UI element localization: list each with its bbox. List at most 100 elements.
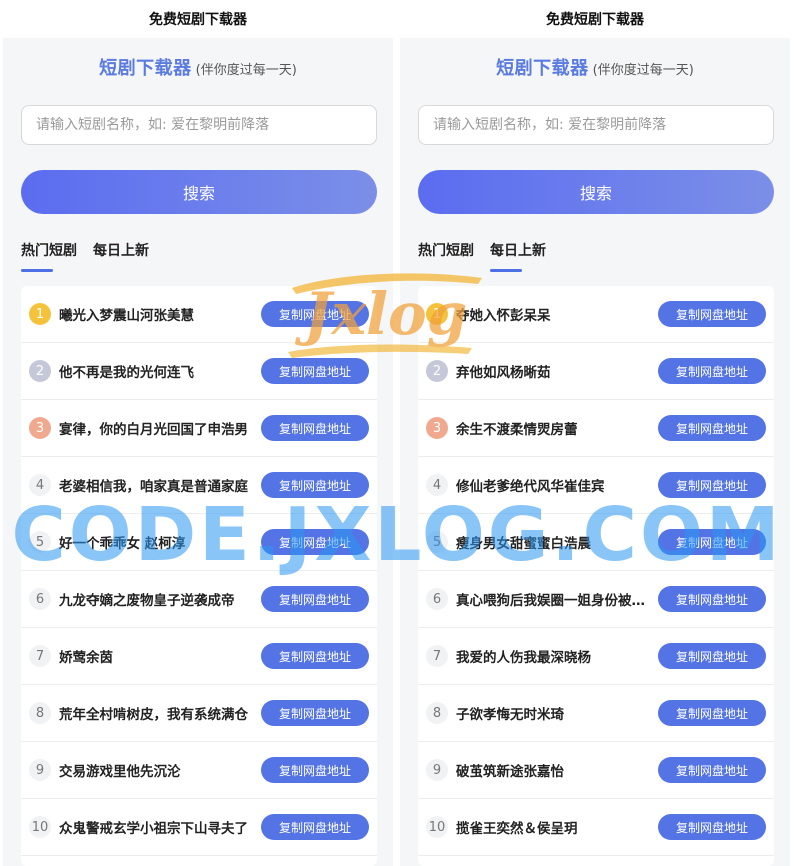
drama-title: 好一个乖乖女 赵柯淳 [59, 536, 186, 552]
tab-daily-new[interactable]: 每日上新 [93, 240, 149, 272]
search-input[interactable] [21, 105, 377, 145]
rank-badge: 1 [29, 303, 51, 325]
drama-title: 交易游戏里他先沉沦 [59, 764, 181, 780]
list-item: 3 宴律，你的白月光回国了申浩男 复制网盘地址 [21, 400, 377, 457]
drama-title: 他不再是我的光何连飞 [59, 365, 194, 381]
main-panel: 短剧下载器(伴你度过每一天) 搜索 热门短剧 每日上新 1夺她入怀彭呆呆复制网盘… [400, 38, 790, 866]
list-item: 7 我爱的人伤我最深晓杨 复制网盘地址 [418, 628, 774, 685]
screen-daily-new: 免费短剧下载器 短剧下载器(伴你度过每一天) 搜索 热门短剧 每日上新 1 夺她入… [400, 0, 790, 866]
search-input[interactable] [418, 105, 774, 145]
rank-badge: 8 [426, 702, 448, 724]
drama-title: 宴律，你的白月光回国了申浩男 [59, 422, 248, 438]
list-item: 5 好一个乖乖女 赵柯淳 复制网盘地址 [21, 514, 377, 571]
copy-link-button[interactable]: 复制网盘地址 [658, 415, 766, 441]
app-title: 免费短剧下载器 [149, 12, 247, 28]
copy-link-button[interactable]: 复制网盘地址 [261, 301, 369, 327]
copy-link-button[interactable]: 复制网盘地址 [261, 700, 369, 726]
list-item: 2 弃他如风杨晰茹 复制网盘地址 [418, 343, 774, 400]
drama-list: 1 夺她入怀彭呆呆 复制网盘地址 2 弃他如风杨晰茹 复制网盘地址 3 余生不渡柔情焸房蕾… [418, 286, 774, 866]
list-item: 1 曦光入梦震山河张美慧 复制网盘地址 [21, 286, 377, 343]
rank-badge: 5 [426, 531, 448, 553]
copy-link-button[interactable]: 复制网盘地址 [658, 529, 766, 555]
copy-link-button[interactable]: 复制网盘地址 [658, 643, 766, 669]
rank-badge: 9 [29, 759, 51, 781]
drama-title: 弃他如风杨晰茹 [456, 365, 551, 381]
drama-title: 真心喂狗后我娱圈一姐身份被曝光 [456, 593, 652, 609]
list-item: 10 众鬼警戒玄学小祖宗下山寻夫了 复制网盘地址 [21, 799, 377, 856]
list-item: 6 真心喂狗后我娱圈一姐身份被曝光 复制网盘地址 [418, 571, 774, 628]
copy-link-button[interactable]: 复制网盘地址 [658, 700, 766, 726]
copy-link-button[interactable]: 复制网盘地址 [658, 814, 766, 840]
brand-title: 短剧下载器 [496, 58, 589, 79]
copy-link-button[interactable]: 复制网盘地址 [261, 472, 369, 498]
list-item: 2 他不再是我的光何连飞 复制网盘地址 [21, 343, 377, 400]
rank-badge: 4 [29, 474, 51, 496]
list-item: 6 九龙夺嫡之废物皇子逆袭成帝 复制网盘地址 [21, 571, 377, 628]
list-item: 1 夺她入怀彭呆呆 复制网盘地址 [418, 286, 774, 343]
brand-header: 短剧下载器 (伴你度过每一天) [400, 54, 790, 80]
copy-link-button[interactable]: 复制网盘地址 [261, 586, 369, 612]
rank-badge: 2 [29, 360, 51, 382]
app-title: 免费短剧下载器 [546, 12, 644, 28]
copy-link-button[interactable]: 复制网盘地址 [261, 814, 369, 840]
main-panel: 短剧下载器(伴你度过每一天) 搜索 热门短剧 每日上新 1曦光入梦震山河张美慧复… [3, 38, 393, 866]
drama-title: 修仙老爹绝代风华崔佳宾 [456, 479, 605, 495]
screen-hot: 免费短剧下载器 短剧下载器(伴你度过每一天) 搜索 热门短剧 每日上新 1 曦光入… [3, 0, 393, 866]
drama-list: 1 曦光入梦震山河张美慧 复制网盘地址 2 他不再是我的光何连飞 复制网盘地址 3 宴律，… [21, 286, 377, 866]
rank-badge: 4 [426, 474, 448, 496]
brand-title: 短剧下载器 [99, 58, 192, 79]
list-item: 10 揽雀王奕然＆侯呈玥 复制网盘地址 [418, 799, 774, 856]
brand-slogan: (伴你度过每一天) [592, 63, 694, 78]
rank-badge: 6 [29, 588, 51, 610]
tab-daily-new[interactable]: 每日上新 [490, 240, 546, 272]
copy-link-button[interactable]: 复制网盘地址 [261, 757, 369, 783]
search-button[interactable]: 搜索 [418, 170, 774, 214]
rank-badge: 10 [29, 816, 51, 838]
list-item: 9 破茧筑新途张嘉怡 复制网盘地址 [418, 742, 774, 799]
list-item: 9 交易游戏里他先沉沦 复制网盘地址 [21, 742, 377, 799]
brand-header: 短剧下载器 (伴你度过每一天) [3, 54, 393, 80]
drama-title: 破茧筑新途张嘉怡 [456, 764, 564, 780]
tab-bar: 热门短剧 每日上新 [418, 240, 546, 272]
list-item: 5 瘦身男女甜蜜蜜白浩晨 复制网盘地址 [418, 514, 774, 571]
list-item: 7 娇莺余茵 复制网盘地址 [21, 628, 377, 685]
rank-badge: 5 [29, 531, 51, 553]
drama-title: 曦光入梦震山河张美慧 [59, 308, 194, 324]
rank-badge: 6 [426, 588, 448, 610]
rank-badge: 7 [29, 645, 51, 667]
search-button[interactable]: 搜索 [21, 170, 377, 214]
copy-link-button[interactable]: 复制网盘地址 [261, 358, 369, 384]
rank-badge: 7 [426, 645, 448, 667]
copy-link-button[interactable]: 复制网盘地址 [658, 358, 766, 384]
rank-badge: 3 [29, 417, 51, 439]
tab-hot[interactable]: 热门短剧 [21, 240, 77, 272]
drama-title: 荒年全村啃树皮，我有系统满仓 [59, 707, 248, 723]
drama-title: 余生不渡柔情焸房蕾 [456, 422, 578, 438]
copy-link-button[interactable]: 复制网盘地址 [261, 529, 369, 555]
copy-link-button[interactable]: 复制网盘地址 [658, 301, 766, 327]
copy-link-button[interactable]: 复制网盘地址 [261, 643, 369, 669]
drama-title: 众鬼警戒玄学小祖宗下山寻夫了 [59, 821, 248, 837]
rank-badge: 2 [426, 360, 448, 382]
top-bar: 免费短剧下载器 [3, 0, 393, 38]
drama-title: 瘦身男女甜蜜蜜白浩晨 [456, 536, 591, 552]
drama-title: 九龙夺嫡之废物皇子逆袭成帝 [59, 593, 235, 609]
rank-badge: 10 [426, 816, 448, 838]
copy-link-button[interactable]: 复制网盘地址 [658, 757, 766, 783]
brand-slogan: (伴你度过每一天) [195, 63, 297, 78]
drama-title: 子欲孝悔无时米琦 [456, 707, 564, 723]
list-item: 4 修仙老爹绝代风华崔佳宾 复制网盘地址 [418, 457, 774, 514]
list-item: 8 荒年全村啃树皮，我有系统满仓 复制网盘地址 [21, 685, 377, 742]
copy-link-button[interactable]: 复制网盘地址 [658, 472, 766, 498]
drama-title: 娇莺余茵 [59, 650, 113, 666]
tab-hot[interactable]: 热门短剧 [418, 240, 474, 272]
drama-title: 夺她入怀彭呆呆 [456, 308, 551, 324]
copy-link-button[interactable]: 复制网盘地址 [261, 415, 369, 441]
copy-link-button[interactable]: 复制网盘地址 [658, 586, 766, 612]
list-item: 3 余生不渡柔情焸房蕾 复制网盘地址 [418, 400, 774, 457]
rank-badge: 1 [426, 303, 448, 325]
rank-badge: 8 [29, 702, 51, 724]
drama-title: 老婆相信我，咱家真是普通家庭 [59, 479, 248, 495]
drama-title: 我爱的人伤我最深晓杨 [456, 650, 591, 666]
tab-bar: 热门短剧 每日上新 [21, 240, 149, 272]
